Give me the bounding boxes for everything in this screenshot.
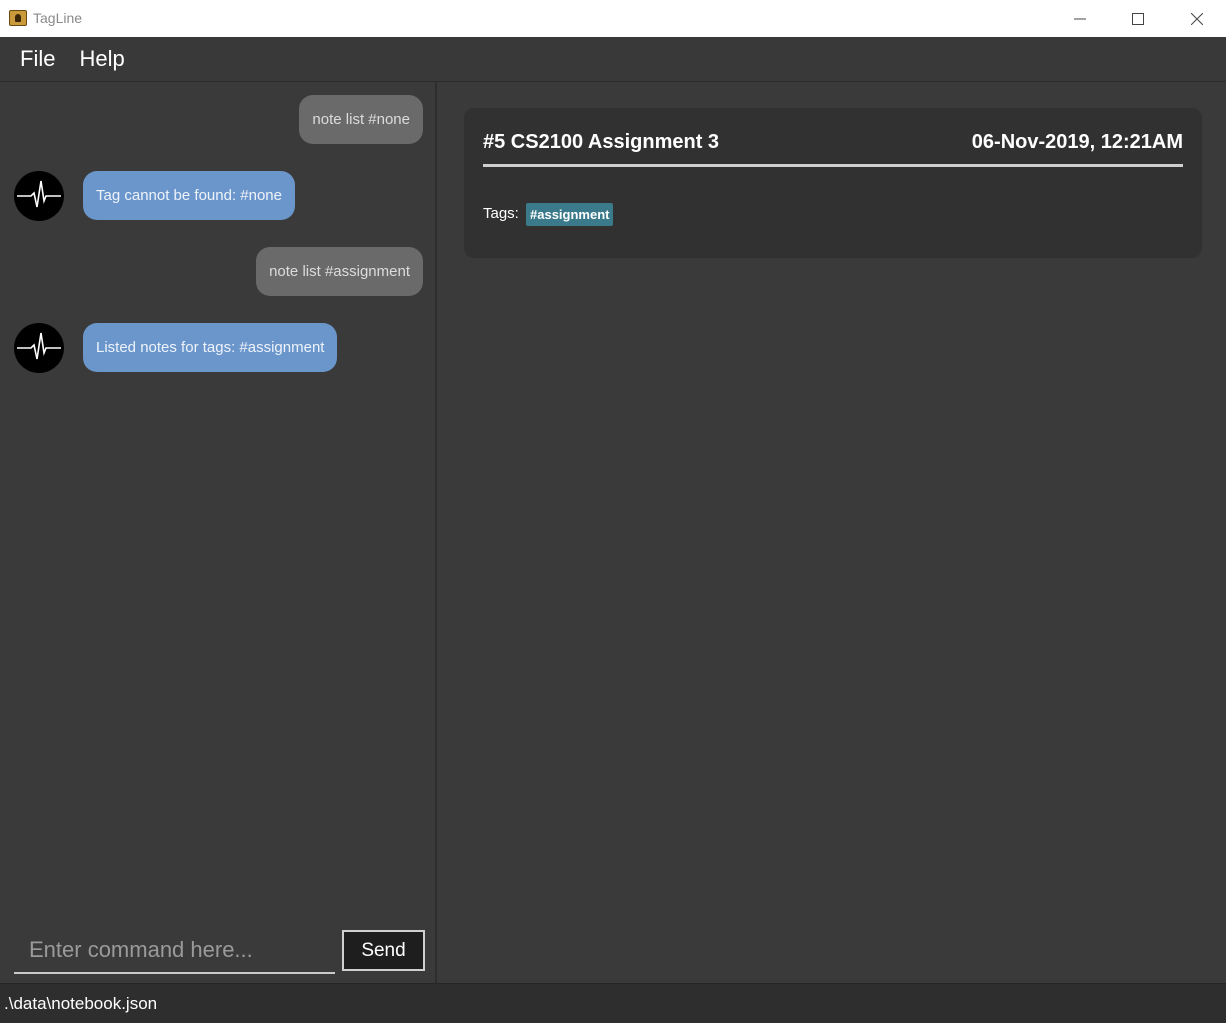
bot-avatar (14, 171, 64, 221)
window-title: TagLine (33, 10, 83, 26)
command-input[interactable] (14, 928, 335, 974)
menu-help[interactable]: Help (67, 46, 136, 72)
user-message-bubble: note list #none (299, 95, 423, 144)
close-button[interactable] (1168, 0, 1226, 37)
title-bar: TagLine (0, 0, 1226, 37)
bot-message-bubble: Tag cannot be found: #none (83, 171, 295, 220)
bot-avatar (14, 323, 64, 373)
minimize-button[interactable] (1051, 0, 1109, 37)
chat-pane: note list #none Tag cannot be found: #no… (0, 82, 437, 983)
heartbeat-icon (17, 180, 61, 208)
note-divider (483, 164, 1183, 167)
menu-file[interactable]: File (8, 46, 67, 72)
heartbeat-icon (17, 332, 61, 360)
chat-message-user: note list #none (0, 95, 437, 147)
minimize-icon (1074, 18, 1086, 19)
close-icon (1191, 12, 1203, 25)
app-icon (9, 10, 27, 26)
tag-chip-assignment[interactable]: #assignment (526, 203, 614, 226)
storage-path: .\data\notebook.json (4, 993, 158, 1013)
chat-message-user: note list #assignment (0, 247, 437, 299)
status-bar: .\data\notebook.json (0, 983, 1226, 1023)
note-pane: #5 CS2100 Assignment 3 06-Nov-2019, 12:2… (437, 82, 1226, 983)
tags-label: Tags: (483, 205, 519, 222)
maximize-icon (1132, 12, 1144, 25)
chat-message-bot: Listed notes for tags: #assignment (0, 323, 437, 375)
chat-message-bot: Tag cannot be found: #none (0, 171, 437, 223)
user-message-bubble: note list #assignment (256, 247, 423, 296)
bot-message-bubble: Listed notes for tags: #assignment (83, 323, 338, 372)
note-date: 06-Nov-2019, 12:21AM (971, 131, 1183, 153)
note-card[interactable]: #5 CS2100 Assignment 3 06-Nov-2019, 12:2… (464, 108, 1202, 258)
maximize-button[interactable] (1109, 0, 1167, 37)
send-button[interactable]: Send (342, 930, 425, 971)
note-title: #5 CS2100 Assignment 3 (483, 131, 720, 153)
menu-bar: File Help (0, 37, 1226, 82)
